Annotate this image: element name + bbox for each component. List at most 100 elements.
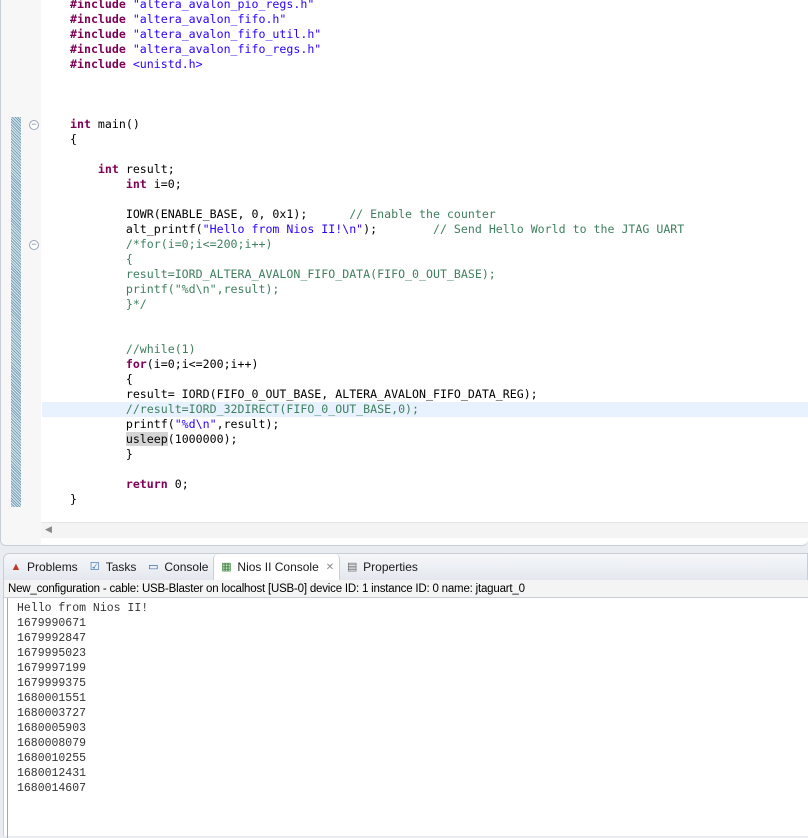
code-line[interactable]: //result=IORD_32DIRECT(FIFO_0_OUT_BASE,0… <box>42 402 684 417</box>
code-line[interactable]: usleep(1000000); <box>42 432 684 447</box>
code-line[interactable]: alt_printf("Hello from Nios II!\n"); // … <box>42 222 684 237</box>
code-line[interactable] <box>42 327 684 342</box>
code-token: IOWR(ENABLE_BASE, 0, 0x1); <box>70 207 350 221</box>
code-line[interactable] <box>42 147 684 162</box>
code-token: } <box>70 492 77 506</box>
tab-label: Properties <box>363 560 418 574</box>
code-token: for <box>125 357 147 371</box>
code-token: { <box>125 252 133 266</box>
tab-console[interactable]: ▭ Console <box>141 554 213 581</box>
code-line[interactable]: #include "altera_avalon_fifo.h" <box>42 12 684 27</box>
change-marker-bar <box>11 117 21 507</box>
code-token: result= IORD(FIFO_0_OUT_BASE, ALTERA_AVA… <box>70 387 538 401</box>
code-line[interactable]: printf("%d\n",result); <box>42 417 684 432</box>
code-line[interactable]: } <box>42 447 684 462</box>
code-line[interactable] <box>42 72 684 87</box>
tab-problems[interactable]: ▲ Problems <box>4 554 83 581</box>
console-line: 1680014607 <box>17 782 87 795</box>
code-line[interactable]: #include "altera_avalon_fifo_util.h" <box>42 27 684 42</box>
console-line: 1680003727 <box>17 707 87 720</box>
code-line[interactable] <box>42 462 684 477</box>
scroll-left-icon[interactable]: ◀ <box>45 524 52 535</box>
properties-icon: ▤ <box>346 561 358 573</box>
tab-properties[interactable]: ▤ Properties <box>340 554 423 581</box>
code-token: ); <box>363 222 433 236</box>
code-line[interactable]: /*for(i=0;i<=200;i++) <box>42 237 684 252</box>
code-line[interactable]: #include <unistd.h> <box>42 57 684 72</box>
code-line[interactable] <box>42 192 684 207</box>
code-token: return <box>125 477 175 491</box>
code-line[interactable]: { <box>42 372 684 387</box>
code-token: "%d\n" <box>174 417 217 431</box>
code-line[interactable]: #include "altera_avalon_fifo_regs.h" <box>42 42 684 57</box>
code-token: i=0; <box>153 177 182 191</box>
code-token: printf( <box>70 417 175 431</box>
code-line[interactable]: IOWR(ENABLE_BASE, 0, 0x1); // Enable the… <box>42 207 684 222</box>
code-line[interactable]: #include "altera_avalon_pio_regs.h" <box>42 0 684 12</box>
code-token: <unistd.h> <box>132 57 203 71</box>
code-line[interactable]: //while(1) <box>42 342 684 357</box>
code-line[interactable]: } <box>42 492 684 507</box>
tasks-icon: ☑ <box>89 561 100 573</box>
console-line: 1679995023 <box>17 647 87 660</box>
code-token: "altera_avalon_pio_regs.h" <box>132 0 315 11</box>
code-line[interactable]: }*/ <box>42 297 684 312</box>
console-line: 1680008079 <box>17 737 87 750</box>
tab-label: Tasks <box>105 560 137 574</box>
code-line[interactable] <box>42 87 684 102</box>
console-line: 1679999375 <box>17 677 87 690</box>
close-tab-icon[interactable]: ✕ <box>326 562 334 573</box>
code-line[interactable]: printf("%d\n",result); <box>42 282 684 297</box>
code-token: "Hello from Nios II!\n" <box>202 222 364 236</box>
console-line: 1680012431 <box>17 767 87 780</box>
code-token: #include <box>70 57 133 71</box>
code-line[interactable]: result= IORD(FIFO_0_OUT_BASE, ALTERA_AVA… <box>42 387 684 402</box>
code-token: // Send Hello World to the JTAG UART <box>432 222 685 236</box>
code-text[interactable]: #include "altera_avalon_pio_regs.h" #incl… <box>42 0 684 507</box>
code-line[interactable]: { <box>42 252 684 267</box>
code-line[interactable]: int main() <box>42 117 684 132</box>
code-line[interactable] <box>42 312 684 327</box>
code-token: //result=IORD_32DIRECT(FIFO_0_OUT_BASE,0… <box>125 402 420 416</box>
code-token: ,result); <box>216 417 280 431</box>
console-line: 1679990671 <box>17 617 87 630</box>
fold-collapse-icon[interactable]: − <box>29 240 39 250</box>
code-token: /*for(i=0;i<=200;i++) <box>125 237 273 251</box>
fold-collapse-icon[interactable]: − <box>29 120 39 130</box>
code-line[interactable]: { <box>42 132 684 147</box>
code-token: // Enable the counter <box>349 207 496 221</box>
console-output[interactable]: Hello from Nios II! 1679990671 1679992847 1… <box>7 598 808 838</box>
code-line[interactable]: int i=0; <box>42 177 684 192</box>
editor-ruler <box>1 0 41 545</box>
code-line[interactable]: result=IORD_ALTERA_AVALON_FIFO_DATA(FIFO… <box>42 267 684 282</box>
tab-nios-ii-console[interactable]: ▦ Nios II Console ✕ <box>213 553 341 581</box>
bottom-panel-tabs: ▲ Problems ☑ Tasks ▭ Console ▦ Nios II Console ✕… <box>3 553 808 581</box>
console-line: 1679997199 <box>17 662 87 675</box>
code-token: result; <box>125 162 175 176</box>
code-token: alt_printf( <box>70 222 203 236</box>
code-token: "altera_avalon_fifo.h" <box>132 12 287 26</box>
console-line: 1679992847 <box>17 632 87 645</box>
code-token: #include <box>70 42 133 56</box>
tab-label: Console <box>164 560 209 574</box>
horizontal-scrollbar[interactable]: ◀ <box>41 522 808 538</box>
tab-label: Problems <box>27 560 78 574</box>
code-line[interactable] <box>42 102 684 117</box>
nios-console-icon: ▦ <box>221 561 232 573</box>
tab-tasks[interactable]: ☑ Tasks <box>83 554 142 581</box>
code-token: }*/ <box>125 297 147 311</box>
console-icon: ▭ <box>148 561 159 573</box>
code-editor[interactable]: − − #include "altera_avalon_pio_regs.h" #… <box>0 0 808 546</box>
code-line[interactable]: for(i=0;i<=200;i++) <box>42 357 684 372</box>
code-line[interactable]: return 0; <box>42 477 684 492</box>
code-token: int <box>125 177 154 191</box>
code-line[interactable]: int result; <box>42 162 684 177</box>
